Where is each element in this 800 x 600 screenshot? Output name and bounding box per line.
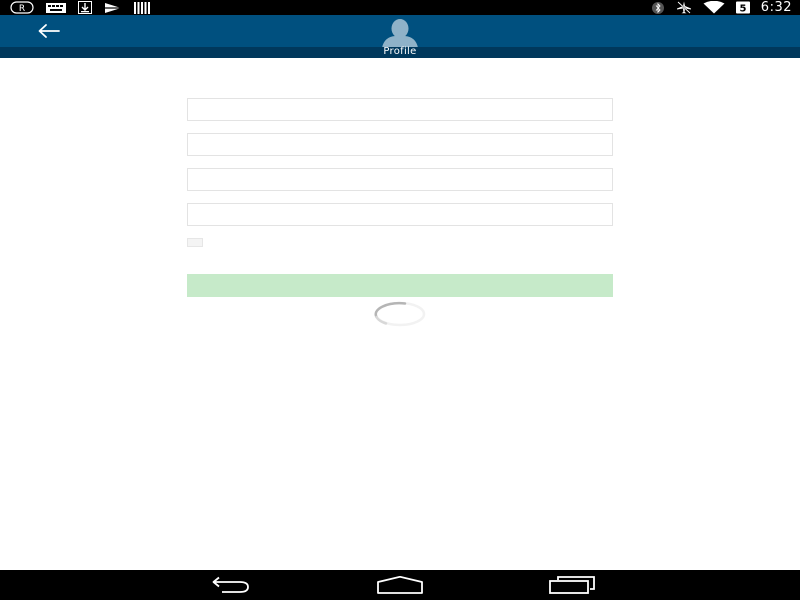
profile-field-3[interactable] [187, 168, 613, 191]
bluetooth-icon [651, 1, 664, 14]
nav-bar [0, 570, 800, 600]
back-nav-icon[interactable] [206, 576, 252, 594]
action-bar [0, 15, 800, 48]
recent-apps-icon[interactable] [548, 576, 596, 594]
loading-spinner-icon [374, 301, 426, 327]
svg-text:R: R [19, 4, 25, 14]
home-nav-icon[interactable] [375, 576, 425, 594]
status-bar: R 5 6:32 [0, 0, 800, 15]
play-store-icon [105, 2, 121, 13]
status-bar-system: 5 6:32 [651, 0, 792, 15]
profile-field-4[interactable] [187, 203, 613, 226]
registered-icon: R [10, 1, 34, 14]
submit-button[interactable] [187, 274, 613, 297]
status-bar-notifications: R [10, 0, 150, 15]
battery-icon: 5 [735, 1, 750, 15]
status-time: 6:32 [760, 0, 792, 15]
profile-checkbox[interactable] [187, 238, 203, 247]
person-silhouette-icon [382, 19, 418, 48]
airplane-mode-icon [676, 1, 691, 14]
screen: R 5 6:32 Profile [0, 0, 800, 600]
barcode-icon [134, 1, 150, 14]
svg-text:5: 5 [739, 4, 746, 15]
download-icon [78, 1, 92, 14]
profile-field-2[interactable] [187, 133, 613, 156]
wifi-icon [703, 1, 725, 14]
page-title: Profile [383, 46, 417, 57]
profile-field-1[interactable] [187, 98, 613, 121]
arrow-left-icon[interactable] [36, 23, 62, 39]
keyboard-icon [46, 2, 66, 13]
